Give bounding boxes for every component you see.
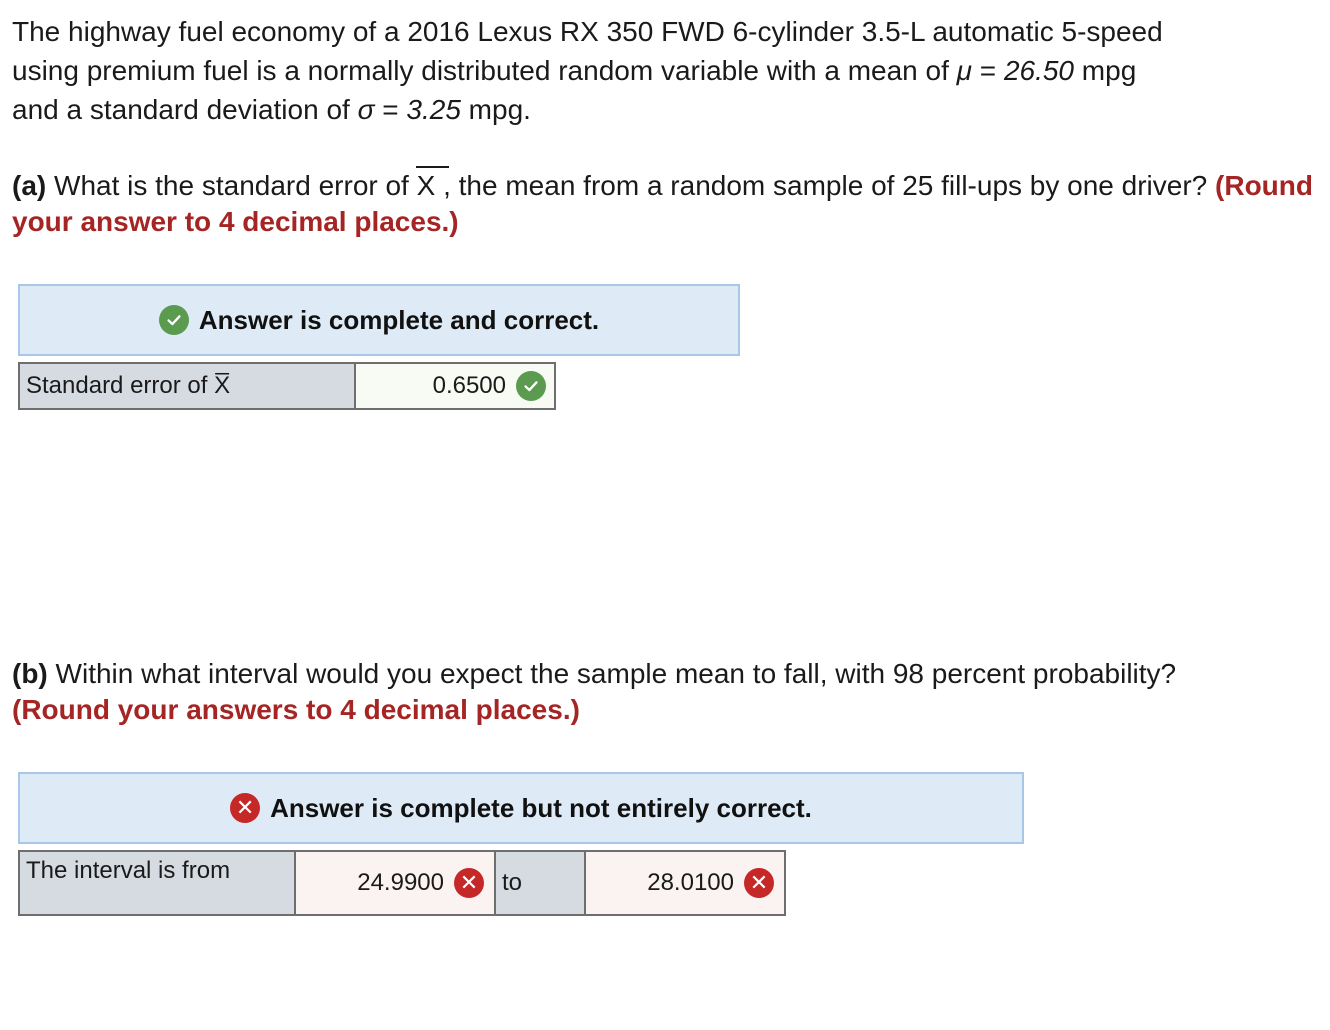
part-b-tag: (b): [12, 658, 48, 689]
part-a-tag: (a): [12, 170, 47, 201]
interval-label: The interval is from: [18, 850, 296, 916]
standard-error-label: Standard error of X̅: [18, 362, 356, 410]
sigma-equals: =: [374, 94, 407, 125]
part-a-question: (a) What is the standard error of X , th…: [12, 166, 1322, 240]
interval-to-label: to: [494, 850, 586, 916]
part-a-banner-text: Answer is complete and correct.: [198, 304, 600, 335]
part-b-question: (b) Within what interval would you expec…: [12, 656, 1330, 728]
sigma-value: 3.25: [406, 94, 461, 125]
check-circle-icon: [158, 305, 189, 335]
part-b-instruction: (Round your answers to 4 decimal places.…: [12, 694, 580, 725]
intro-line-2: using premium fuel is a normally distrib…: [12, 55, 957, 86]
part-b-question-text: Within what interval would you expect th…: [47, 658, 1177, 689]
part-a-question-post: , the mean from a random sample of 25 fi…: [435, 170, 1216, 201]
part-b-banner-text: Answer is complete but not entirely corr…: [270, 792, 812, 823]
interval-upper-answer-field[interactable]: 28.0100 ✕: [584, 850, 786, 916]
mu-symbol: μ: [956, 55, 973, 86]
intro-line-3: and a standard deviation of: [12, 94, 358, 125]
interval-lower-value: 24.9900: [357, 869, 444, 896]
interval-upper-value: 28.0100: [647, 869, 734, 896]
mpg-unit-end: mpg.: [460, 94, 531, 125]
mu-value: 26.50: [1003, 55, 1075, 86]
mu-equals: =: [972, 55, 1004, 86]
standard-error-label-text: Standard error of X̅: [26, 372, 231, 399]
xbar-symbol: X: [415, 166, 449, 204]
standard-error-value: 0.6500: [432, 372, 506, 399]
x-circle-icon: ✕: [230, 793, 261, 823]
sigma-symbol: σ: [357, 94, 375, 125]
mpg-unit: mpg: [1074, 55, 1137, 86]
check-circle-icon: [516, 371, 546, 401]
standard-error-answer-field[interactable]: 0.6500: [354, 362, 556, 410]
x-circle-icon: ✕: [454, 868, 484, 898]
interval-to-text: to: [502, 869, 523, 896]
part-b-result-banner: ✕ Answer is complete but not entirely co…: [18, 772, 1024, 844]
part-a-result-banner: Answer is complete and correct.: [18, 284, 740, 356]
interval-label-text: The interval is from: [26, 857, 231, 884]
intro-line-1: The highway fuel economy of a 2016 Lexus…: [12, 16, 1163, 47]
part-a-question-pre: What is the standard error of: [46, 170, 417, 201]
problem-statement: The highway fuel economy of a 2016 Lexus…: [12, 12, 1322, 129]
x-circle-icon: ✕: [744, 868, 774, 898]
interval-lower-answer-field[interactable]: 24.9900 ✕: [294, 850, 496, 916]
